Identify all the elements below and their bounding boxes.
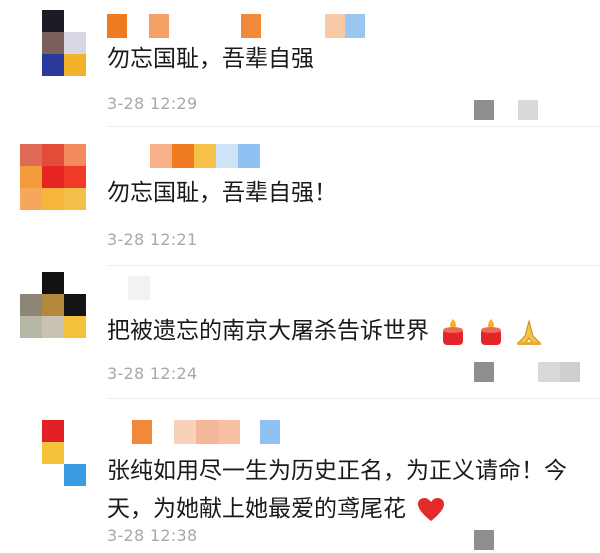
- comment-text-content: 张纯如用尽一生为历史正名，为正义请命！今天，为她献上她最爱的鸢尾花: [107, 458, 567, 522]
- comment-text: 张纯如用尽一生为历史正名，为正义请命！今天，为她献上她最爱的鸢尾花: [107, 452, 587, 528]
- avatar[interactable]: [20, 272, 86, 338]
- timestamp: 3-28 12:29: [107, 94, 198, 113]
- comment-text-content: 把被遗忘的南京大屠杀告诉世界: [107, 318, 429, 344]
- comment-text: 把被遗忘的南京大屠杀告诉世界: [107, 312, 587, 350]
- comment-text: 勿忘国耻，吾辈自强: [107, 46, 314, 72]
- reply-icon[interactable]: [474, 362, 494, 382]
- reply-icon[interactable]: [474, 100, 494, 120]
- reply-icon[interactable]: [474, 530, 494, 550]
- timestamp: 3-28 12:38: [107, 526, 198, 545]
- like-icon[interactable]: [518, 100, 538, 120]
- divider: [107, 265, 600, 266]
- comment-text: 勿忘国耻，吾辈自强！: [107, 180, 337, 206]
- avatar[interactable]: [20, 144, 86, 210]
- avatar[interactable]: [20, 10, 86, 76]
- divider: [107, 398, 600, 399]
- pray-icon: [516, 318, 541, 345]
- heart-icon: [418, 497, 445, 521]
- timestamp: 3-28 12:24: [107, 364, 198, 383]
- like-icon[interactable]: [538, 362, 560, 382]
- candle-icon: [480, 318, 501, 345]
- divider: [107, 126, 600, 127]
- timestamp: 3-28 12:21: [107, 230, 198, 249]
- candle-icon: [443, 318, 464, 345]
- avatar[interactable]: [20, 420, 86, 486]
